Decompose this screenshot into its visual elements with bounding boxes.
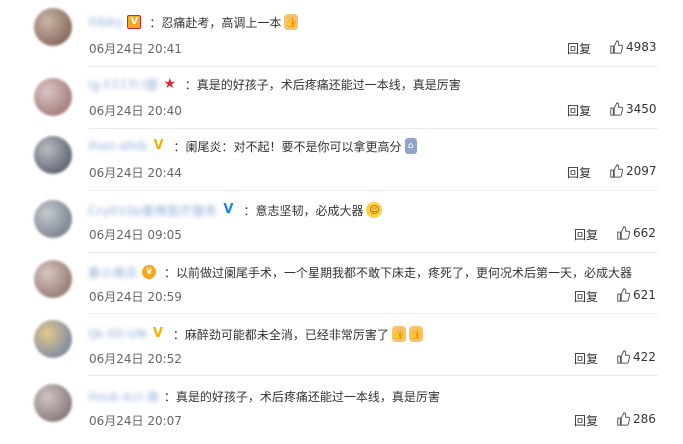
thumbs-up-emoji-icon: 👍 [408,326,423,342]
reply-button[interactable]: 回复 [574,350,598,367]
thumbs-up-emoji-icon: 👍 [391,326,406,342]
comment-text: ：忍痛赴考，高调上一本 [149,15,282,30]
divider [88,66,658,67]
like-button[interactable]: 4983 [609,40,657,54]
like-count: 2097 [626,164,657,178]
verified-badge-icon: V [223,202,234,217]
comment-item: ig-f.f.f.fl:l瑟 ★ ：真是的好孩子，术后疼痛还能过一本线，真是厉害… [0,70,683,132]
comment-item: ihsn-ahib V ：阑尾炎：对不起！要不是你可以拿更高分 ⌂ 06月24日… [0,132,683,194]
avatar[interactable] [34,384,72,422]
verified-badge-icon: V [127,15,142,29]
username-link[interactable]: ijk-llll-UN [88,327,147,341]
like-button[interactable]: 2097 [609,164,657,178]
thumbs-up-icon [617,350,630,364]
comment-text: ：麻醉劲可能都未全消，已经非常厉害了 [172,327,389,342]
comment-text: ：真是的好孩子，术后疼痛还能过一本线，真是厉害 [184,77,461,92]
thumbs-up-icon [617,288,630,302]
person-emoji-icon: ⌂ [404,138,417,154]
like-button[interactable]: 3450 [609,102,657,116]
username-link[interactable]: ilibby [88,15,123,29]
avatar[interactable] [34,136,72,174]
divider [88,252,658,253]
like-count: 422 [633,350,656,364]
reply-button[interactable]: 回复 [574,412,598,429]
comment-time: 06月24日 20:52 [89,352,182,366]
comment-item: Cry010p匿微医疗服务 V ：意志坚韧，必成大器 ☺ 06月24日 09:0… [0,196,683,258]
reply-button[interactable]: 回复 [574,226,598,243]
avatar[interactable] [34,8,72,46]
avatar[interactable] [34,78,72,116]
comment-item: 娄小南瓜 ♛ ：以前做过阑尾手术，一个星期我都不敢下床走，疼死了，更何况术后第一… [0,258,683,320]
comment-item: ihiuk-kcl-鱼 ：真是的好孩子，术后疼痛还能过一本线，真是厉害 06月2… [0,382,683,444]
reply-button[interactable]: 回复 [574,288,598,305]
like-button[interactable]: 662 [616,226,656,240]
comment-time: 06月24日 20:41 [89,42,182,56]
like-count: 286 [633,412,656,426]
thumbs-up-emoji-icon: 👍 [284,14,299,30]
star-badge-icon: ★ [163,76,176,92]
comment-text: ：意志坚韧，必成大器 [243,203,364,218]
reply-button[interactable]: 回复 [567,40,591,57]
comment-time: 06月24日 20:44 [89,166,182,180]
like-button[interactable]: 422 [616,350,656,364]
divider [88,190,658,191]
like-count: 3450 [626,102,657,116]
comment-item: ilibby V ：忍痛赴考，高调上一本 👍 06月24日 20:41 回复 4… [0,8,683,70]
verified-badge-icon: V [153,138,164,153]
comment-time: 06月24日 20:40 [89,104,182,118]
comment-time: 06月24日 20:07 [89,414,182,428]
username-link[interactable]: Cry010p匿微医疗服务 [88,202,217,219]
username-link[interactable]: ig-f.f.f.fl:l瑟 [88,76,159,93]
comment-text: ：真是的好孩子，术后疼痛还能过一本线，真是厉害 [163,389,440,404]
comment-time: 06月24日 09:05 [89,228,182,242]
avatar[interactable] [34,200,72,238]
verified-badge-icon: V [152,326,163,341]
divider [88,313,658,314]
face-emoji-icon: ☺ [366,202,383,218]
avatar[interactable] [34,320,72,358]
thumbs-up-icon [617,412,630,426]
divider [88,375,658,376]
comment-list: ilibby V ：忍痛赴考，高调上一本 👍 06月24日 20:41 回复 4… [0,0,683,436]
like-count: 662 [633,226,656,240]
reply-button[interactable]: 回复 [567,164,591,181]
comment-time: 06月24日 20:59 [89,290,182,304]
username-link[interactable]: 娄小南瓜 [88,264,138,281]
thumbs-up-icon [617,226,630,240]
like-button[interactable]: 621 [616,288,656,302]
comment-text: ：阑尾炎：对不起！要不是你可以拿更高分 [173,139,402,154]
username-link[interactable]: ihsn-ahib [88,139,148,153]
avatar[interactable] [34,260,72,298]
crown-badge-icon: ♛ [142,265,157,279]
like-count: 4983 [626,40,657,54]
thumbs-up-icon [610,40,623,54]
like-button[interactable]: 286 [616,412,656,426]
thumbs-up-icon [610,102,623,116]
comment-text: ：以前做过阑尾手术，一个星期我都不敢下床走，疼死了，更何况术后第一天，必成大器 [164,265,633,280]
reply-button[interactable]: 回复 [567,102,591,119]
like-count: 621 [633,288,656,302]
username-link[interactable]: ihiuk-kcl-鱼 [88,388,160,405]
divider [88,128,658,129]
thumbs-up-icon [610,164,623,178]
comment-item: ijk-llll-UN V ：麻醉劲可能都未全消，已经非常厉害了 👍 👍 06月… [0,320,683,382]
